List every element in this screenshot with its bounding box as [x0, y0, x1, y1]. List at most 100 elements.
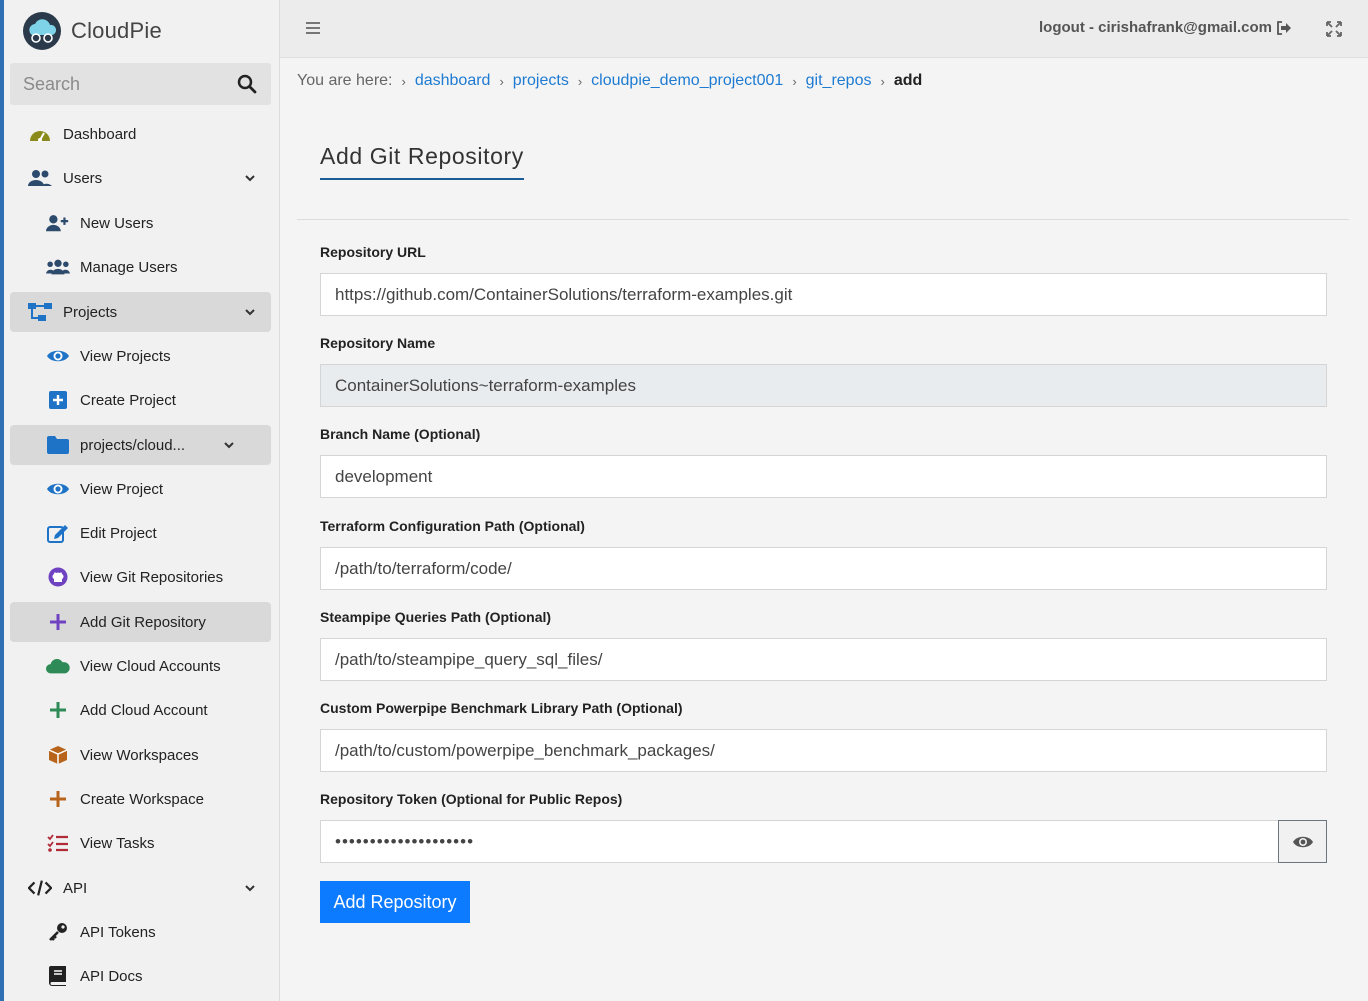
sidebar-item-label: Dashboard [63, 125, 137, 143]
sidebar-item-api-tokens[interactable]: API Tokens [10, 912, 271, 952]
users-group-icon [46, 257, 70, 277]
eye-icon [46, 346, 70, 366]
breadcrumb: You are here: › dashboard › projects › c… [297, 72, 922, 90]
user-plus-icon [46, 213, 70, 233]
sidebar-item-view-tasks[interactable]: View Tasks [10, 823, 271, 863]
search-input[interactable] [23, 73, 223, 95]
sidebar-item-label: Create Workspace [80, 790, 204, 808]
eye-icon [46, 479, 70, 499]
repo-name-input[interactable] [320, 364, 1327, 407]
breadcrumb-link-projects[interactable]: projects [513, 72, 569, 90]
sidebar-item-label: Add Cloud Account [80, 701, 208, 719]
sidebar-item-view-workspaces[interactable]: View Workspaces [10, 735, 271, 775]
toggle-token-visibility-button[interactable] [1278, 820, 1327, 863]
sidebar-item-add-git-repository[interactable]: Add Git Repository [10, 602, 271, 642]
sidebar-item-label: View Cloud Accounts [80, 657, 221, 675]
sidebar-item-label: View Project [80, 480, 164, 498]
sidebar-item-api[interactable]: API [10, 868, 271, 908]
breadcrumb-prefix: You are here: [297, 72, 393, 89]
powerpipe-path-input[interactable] [320, 729, 1327, 772]
sidebar-item-label: View Workspaces [80, 746, 199, 764]
hamburger-menu-icon[interactable] [306, 21, 320, 35]
sidebar-item-label: Edit Project [80, 524, 157, 542]
breadcrumb-link-project[interactable]: cloudpie_demo_project001 [591, 72, 783, 90]
sidebar-item-add-cloud-account[interactable]: Add Cloud Account [10, 690, 271, 730]
chevron-down-icon [245, 175, 255, 182]
breadcrumb-link-git-repos[interactable]: git_repos [806, 72, 872, 90]
sidebar-item-label: Add Git Repository [80, 613, 206, 631]
sidebar-item-label: API [63, 879, 88, 897]
repo-name-label: Repository Name [320, 335, 436, 351]
code-icon [28, 878, 52, 898]
sidebar-item-view-projects[interactable]: View Projects [10, 336, 271, 376]
terraform-path-input[interactable] [320, 547, 1327, 590]
page-title: Add Git Repository [320, 143, 524, 180]
sidebar-item-label: API Docs [80, 967, 143, 985]
plus-square-icon [46, 390, 70, 410]
sidebar-item-projects[interactable]: Projects [10, 292, 271, 332]
search-box [10, 63, 271, 105]
sidebar-item-label: Manage Users [80, 258, 178, 276]
add-repository-button[interactable]: Add Repository [320, 881, 470, 923]
sidebar-item-label: New Users [80, 214, 154, 232]
steampipe-path-label: Steampipe Queries Path (Optional) [320, 609, 552, 625]
cube-icon [46, 745, 70, 765]
cloud-icon [46, 656, 70, 676]
sidebar-item-project-folder[interactable]: projects/cloud... [10, 425, 271, 465]
sidebar-item-create-workspace[interactable]: Create Workspace [10, 779, 271, 819]
token-label: Repository Token (Optional for Public Re… [320, 791, 623, 807]
sidebar-item-label: Create Project [80, 391, 176, 409]
brand-name: CloudPie [71, 18, 162, 43]
repo-url-input[interactable] [320, 273, 1327, 316]
fullscreen-expand-icon[interactable] [1326, 21, 1342, 37]
github-icon [46, 567, 70, 587]
sidebar-item-view-cloud-accounts[interactable]: View Cloud Accounts [10, 646, 271, 686]
cloudpie-logo-icon [23, 12, 61, 50]
branch-input[interactable] [320, 455, 1327, 498]
sidebar-item-label: API Tokens [80, 923, 156, 941]
sidebar-item-view-git-repositories[interactable]: View Git Repositories [10, 557, 271, 597]
eye-icon [1292, 836, 1313, 847]
repo-url-label: Repository URL [320, 244, 426, 260]
dashboard-gauge-icon [28, 124, 52, 144]
sidebar-item-dashboard[interactable]: Dashboard [10, 114, 271, 154]
sidebar-item-label: View Tasks [80, 834, 155, 852]
chevron-down-icon [245, 309, 255, 316]
sidebar-item-label: View Projects [80, 347, 171, 365]
sidebar-item-users[interactable]: Users [10, 158, 271, 198]
search-icon[interactable] [237, 74, 257, 94]
logout-link[interactable]: logout - cirishafrank@gmail.com [1039, 19, 1292, 36]
users-icon [28, 168, 52, 188]
plus-icon [46, 700, 70, 720]
sign-out-icon [1277, 20, 1291, 35]
breadcrumb-separator: › [792, 73, 797, 89]
powerpipe-path-label: Custom Powerpipe Benchmark Library Path … [320, 700, 683, 716]
sidebar-item-api-docs[interactable]: API Docs [10, 956, 271, 996]
key-icon [46, 922, 70, 942]
sidebar-item-new-users[interactable]: New Users [10, 203, 271, 243]
sidebar-item-manage-users[interactable]: Manage Users [10, 247, 271, 287]
edit-icon [46, 523, 70, 543]
chevron-down-icon [245, 885, 255, 892]
sidebar-item-label: Users [63, 169, 103, 187]
steampipe-path-input[interactable] [320, 638, 1327, 681]
chevron-down-icon [224, 442, 234, 449]
divider [297, 219, 1349, 220]
sidebar-item-view-project[interactable]: View Project [10, 469, 271, 509]
top-bar: logout - cirishafrank@gmail.com [280, 0, 1368, 58]
breadcrumb-separator: › [880, 73, 885, 89]
terraform-path-label: Terraform Configuration Path (Optional) [320, 518, 585, 534]
breadcrumb-current: add [893, 72, 923, 89]
breadcrumb-link-dashboard[interactable]: dashboard [415, 72, 491, 90]
sidebar-item-create-project[interactable]: Create Project [10, 380, 271, 420]
plus-icon [46, 789, 70, 809]
token-input[interactable] [320, 820, 1279, 863]
sidebar-item-label: projects/cloud... [80, 436, 186, 454]
breadcrumb-separator: › [401, 73, 406, 89]
sidebar-item-label: View Git Repositories [80, 568, 224, 586]
sidebar-item-edit-project[interactable]: Edit Project [10, 513, 271, 553]
brand[interactable]: CloudPie [22, 11, 162, 51]
plus-icon [46, 612, 70, 632]
breadcrumb-separator: › [577, 73, 583, 89]
project-diagram-icon [28, 302, 52, 322]
